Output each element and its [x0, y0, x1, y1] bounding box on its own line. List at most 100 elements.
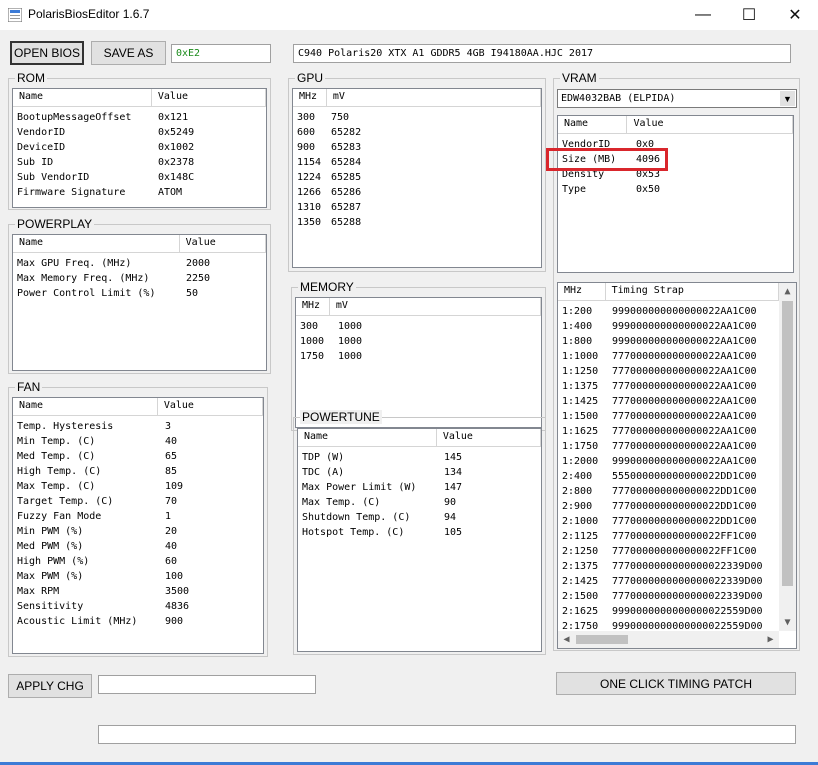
- column-header-name[interactable]: Name: [13, 235, 180, 252]
- vram-row[interactable]: Type 0x50: [558, 182, 793, 197]
- timing-row[interactable]: 1:1625 777000000000000022AA1C00: [558, 424, 778, 439]
- timing-row[interactable]: 2:1250 777000000000000022FF1C00: [558, 544, 778, 559]
- gpu-row[interactable]: 1154 65284: [293, 155, 541, 170]
- timing-row[interactable]: 1:1425 777000000000000022AA1C00: [558, 394, 778, 409]
- minimize-button[interactable]: —: [680, 0, 726, 30]
- gpu-row[interactable]: 900 65283: [293, 140, 541, 155]
- timing-row[interactable]: 2:400 555000000000000022DD1C00: [558, 469, 778, 484]
- fan-row[interactable]: Max RPM 3500: [13, 584, 263, 599]
- gpu-row[interactable]: 300 750: [293, 110, 541, 125]
- save-as-button[interactable]: SAVE AS: [91, 41, 166, 65]
- rom-row[interactable]: Firmware Signature ATOM: [13, 185, 266, 200]
- rom-row[interactable]: BootupMessageOffset 0x121: [13, 110, 266, 125]
- fan-row[interactable]: Acoustic Limit (MHz) 900: [13, 614, 263, 629]
- timing-vertical-scrollbar[interactable]: ▲ ▼: [779, 283, 796, 631]
- timing-strap-list[interactable]: MHz Timing Strap 1:200 999000000000000022…: [557, 282, 797, 649]
- timing-row[interactable]: 1:200 999000000000000022AA1C00: [558, 304, 778, 319]
- column-header-name[interactable]: Name: [13, 398, 158, 415]
- powertune-list[interactable]: Name Value TDP (W) 145 TDC (A) 134 Max Pow…: [297, 428, 542, 652]
- column-header-value[interactable]: Value: [437, 429, 541, 446]
- fan-list[interactable]: Name Value Temp. Hysteresis 3 Min Temp. (…: [12, 397, 264, 654]
- memory-row[interactable]: 1000 1000: [296, 334, 541, 349]
- powerplay-row[interactable]: Max Memory Freq. (MHz) 2250: [13, 271, 266, 286]
- timing-row[interactable]: 2:1500 7770000000000000022339D00: [558, 589, 778, 604]
- fan-row[interactable]: Temp. Hysteresis 3: [13, 419, 263, 434]
- fan-row[interactable]: Med Temp. (C) 65: [13, 449, 263, 464]
- fan-row[interactable]: High PWM (%) 60: [13, 554, 263, 569]
- scroll-left-icon[interactable]: ◀: [558, 631, 575, 648]
- gpu-row[interactable]: 1224 65285: [293, 170, 541, 185]
- timing-row[interactable]: 2:1000 777000000000000022DD1C00: [558, 514, 778, 529]
- column-header-mv[interactable]: mV: [327, 89, 541, 106]
- timing-row[interactable]: 2:900 777000000000000022DD1C00: [558, 499, 778, 514]
- bios-name-field[interactable]: C940 Polaris20 XTX A1 GDDR5 4GB I94180AA…: [293, 44, 791, 63]
- fan-row[interactable]: Fuzzy Fan Mode 1: [13, 509, 263, 524]
- timing-row[interactable]: 2:800 777000000000000022DD1C00: [558, 484, 778, 499]
- apply-changes-button[interactable]: APPLY CHG: [8, 674, 92, 698]
- vram-list[interactable]: Name Value VendorID 0x0 Size (MB) 4096 Den…: [557, 115, 794, 273]
- memory-list[interactable]: MHz mV 300 1000 1000 1000 1750 1000: [295, 297, 542, 428]
- column-header-mhz[interactable]: MHz: [293, 89, 327, 106]
- timing-row[interactable]: 1:1500 777000000000000022AA1C00: [558, 409, 778, 424]
- scroll-right-icon[interactable]: ▶: [762, 631, 779, 648]
- rom-row[interactable]: DeviceID 0x1002: [13, 140, 266, 155]
- apply-value-field[interactable]: [98, 675, 316, 694]
- timing-row[interactable]: 2:1125 777000000000000022FF1C00: [558, 529, 778, 544]
- vertical-scroll-thumb[interactable]: [782, 301, 793, 586]
- gpu-row[interactable]: 1350 65288: [293, 215, 541, 230]
- fan-row[interactable]: Max PWM (%) 100: [13, 569, 263, 584]
- horizontal-scroll-thumb[interactable]: [576, 635, 628, 644]
- powerplay-row[interactable]: Max GPU Freq. (MHz) 2000: [13, 256, 266, 271]
- fan-row[interactable]: Min PWM (%) 20: [13, 524, 263, 539]
- rom-row[interactable]: Sub VendorID 0x148C: [13, 170, 266, 185]
- powertune-row[interactable]: TDC (A) 134: [298, 465, 541, 480]
- timing-row[interactable]: 1:400 999000000000000022AA1C00: [558, 319, 778, 334]
- maximize-button[interactable]: ☐: [726, 0, 772, 30]
- fan-row[interactable]: Med PWM (%) 40: [13, 539, 263, 554]
- timing-row[interactable]: 2:1375 7770000000000000022339D00: [558, 559, 778, 574]
- timing-row[interactable]: 1:1250 777000000000000022AA1C00: [558, 364, 778, 379]
- timing-row[interactable]: 2:1425 7770000000000000022339D00: [558, 574, 778, 589]
- memory-row[interactable]: 1750 1000: [296, 349, 541, 364]
- close-button[interactable]: ✕: [772, 0, 818, 30]
- powertune-row[interactable]: Hotspot Temp. (C) 105: [298, 525, 541, 540]
- gpu-row[interactable]: 1266 65286: [293, 185, 541, 200]
- memory-row[interactable]: 300 1000: [296, 319, 541, 334]
- timing-horizontal-scrollbar[interactable]: ◀ ▶: [558, 631, 779, 648]
- column-header-name[interactable]: Name: [558, 116, 628, 133]
- timing-row[interactable]: 1:1750 777000000000000022AA1C00: [558, 439, 778, 454]
- rom-row[interactable]: Sub ID 0x2378: [13, 155, 266, 170]
- timing-row[interactable]: 1:1375 777000000000000022AA1C00: [558, 379, 778, 394]
- powertune-row[interactable]: Max Power Limit (W) 147: [298, 480, 541, 495]
- fan-row[interactable]: Max Temp. (C) 109: [13, 479, 263, 494]
- powertune-row[interactable]: TDP (W) 145: [298, 450, 541, 465]
- open-bios-button[interactable]: OPEN BIOS: [10, 41, 84, 65]
- column-header-timing-strap[interactable]: Timing Strap: [606, 283, 779, 300]
- column-header-mhz[interactable]: MHz: [296, 298, 330, 315]
- chevron-down-icon[interactable]: ▼: [780, 91, 795, 106]
- column-header-value[interactable]: Value: [180, 235, 266, 252]
- column-header-value[interactable]: Value: [627, 116, 793, 133]
- fan-row[interactable]: Min Temp. (C) 40: [13, 434, 263, 449]
- timing-row[interactable]: 1:2000 999000000000000022AA1C00: [558, 454, 778, 469]
- powertune-row[interactable]: Max Temp. (C) 90: [298, 495, 541, 510]
- scroll-up-icon[interactable]: ▲: [779, 283, 796, 300]
- gpu-list[interactable]: MHz mV 300 750 600 65282 900 65283 1154 6528…: [292, 88, 542, 268]
- powerplay-row[interactable]: Power Control Limit (%) 50: [13, 286, 266, 301]
- gpu-row[interactable]: 600 65282: [293, 125, 541, 140]
- scroll-down-icon[interactable]: ▼: [779, 614, 796, 631]
- timing-row[interactable]: 2:1625 9990000000000000022559D00: [558, 604, 778, 619]
- powertune-row[interactable]: Shutdown Temp. (C) 94: [298, 510, 541, 525]
- rom-list[interactable]: Name Value BootupMessageOffset 0x121 Vend…: [12, 88, 267, 208]
- fan-row[interactable]: Sensitivity 4836: [13, 599, 263, 614]
- rom-row[interactable]: VendorID 0x5249: [13, 125, 266, 140]
- vram-model-select[interactable]: EDW4032BAB (ELPIDA) ▼: [557, 89, 797, 108]
- powerplay-list[interactable]: Name Value Max GPU Freq. (MHz) 2000 Max M…: [12, 234, 267, 371]
- column-header-mv[interactable]: mV: [330, 298, 541, 315]
- column-header-name[interactable]: Name: [13, 89, 152, 106]
- column-header-mhz[interactable]: MHz: [558, 283, 606, 300]
- fan-row[interactable]: High Temp. (C) 85: [13, 464, 263, 479]
- checksum-field[interactable]: 0xE2: [171, 44, 271, 63]
- fan-row[interactable]: Target Temp. (C) 70: [13, 494, 263, 509]
- timing-row[interactable]: 1:800 999000000000000022AA1C00: [558, 334, 778, 349]
